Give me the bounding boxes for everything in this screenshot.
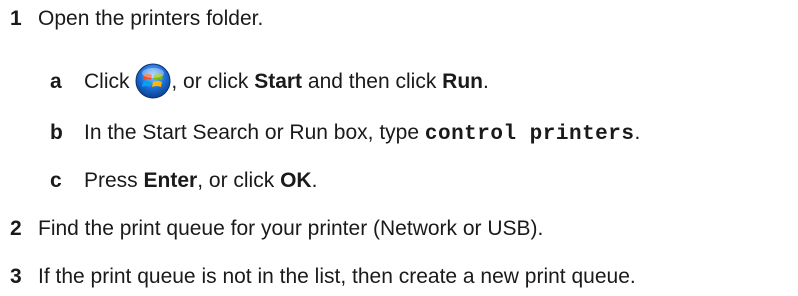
substep-text: Click , or click Start and then click Ru… [84, 63, 489, 99]
windows-start-orb-icon [135, 63, 171, 99]
run-label: Run [442, 70, 483, 93]
text-fragment: Click [84, 70, 130, 93]
step-number: 2 [10, 217, 22, 240]
text-fragment: , or click [197, 169, 275, 192]
text-fragment: and then click [307, 70, 437, 93]
substep-text: Press Enter, or click OK. [84, 167, 317, 195]
step-text: Find the print queue for your printer (N… [38, 217, 544, 240]
substep-letter: b [50, 121, 63, 144]
command-code: control printers [424, 123, 635, 146]
text-fragment: . [483, 70, 489, 93]
text-fragment: . [311, 169, 318, 192]
substep-letter: a [50, 70, 62, 93]
text-fragment: . [634, 121, 641, 144]
ok-label: OK [280, 169, 312, 192]
substep-letter: c [50, 169, 62, 192]
step-number: 1 [10, 7, 22, 30]
step-text: Open the printers folder. [38, 7, 264, 30]
step-number: 3 [10, 265, 22, 288]
substep-text: In the Start Search or Run box, type con… [84, 119, 640, 149]
step-text: If the print queue is not in the list, t… [38, 265, 636, 288]
start-label: Start [254, 70, 303, 93]
text-fragment: In the Start Search or Run box, type [84, 121, 420, 144]
text-fragment: Press [84, 169, 138, 192]
enter-label: Enter [143, 169, 198, 192]
text-fragment: , or click [171, 70, 249, 93]
